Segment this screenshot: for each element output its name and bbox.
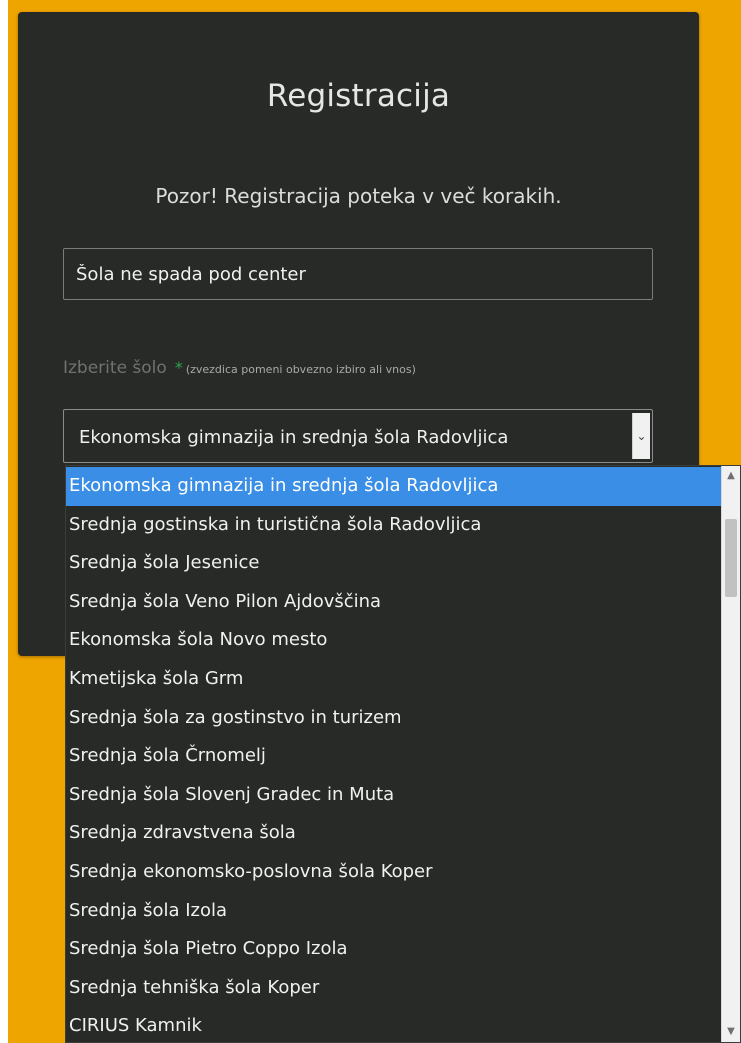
dropdown-option[interactable]: Ekonomska šola Novo mesto [66, 621, 722, 660]
school-label: Izberite šolo [63, 358, 167, 378]
dropdown-option[interactable]: Srednja šola Jesenice [66, 544, 722, 583]
dropdown-option[interactable]: Ekonomska gimnazija in srednja šola Rado… [66, 467, 722, 506]
school-label-group: Izberite šolo * (zvezdica pomeni obvezno i… [63, 358, 416, 378]
dropdown-option[interactable]: Srednja gostinska in turistična šola Rad… [66, 506, 722, 545]
school-dropdown-list[interactable]: Ekonomska gimnazija in srednja šola Rado… [65, 465, 741, 1043]
registration-notice: Pozor! Registracija poteka v več korakih… [155, 184, 562, 208]
dropdown-option[interactable]: Srednja šola za gostinstvo in turizem [66, 699, 722, 738]
school-select-value: Ekonomska gimnazija in srednja šola Rado… [79, 427, 509, 448]
dropdown-option[interactable]: Srednja tehniška šola Koper [66, 969, 722, 1008]
school-select[interactable]: Ekonomska gimnazija in srednja šola Rado… [63, 409, 653, 463]
chevron-down-icon[interactable]: ▼ [722, 1022, 740, 1042]
chevron-up-icon[interactable]: ▲ [722, 466, 740, 486]
dropdown-option[interactable]: Srednja šola Slovenj Gradec in Muta [66, 776, 722, 815]
page-title: Registracija [266, 78, 451, 114]
dropdown-options: Ekonomska gimnazija in srednja šola Rado… [66, 467, 722, 1042]
required-star: * [174, 358, 183, 377]
dropdown-option[interactable]: Srednja šola Izola [66, 892, 722, 931]
scrollbar-thumb[interactable] [725, 519, 737, 597]
required-note: (zvezdica pomeni obvezno izbiro ali vnos… [185, 363, 416, 376]
dropdown-option[interactable]: Srednja ekonomsko-poslovna šola Koper [66, 853, 722, 892]
center-field[interactable] [63, 248, 653, 300]
dropdown-option[interactable]: Srednja šola Črnomelj [66, 737, 722, 776]
dropdown-option[interactable]: Srednja zdravstvena šola [66, 814, 722, 853]
chevron-down-icon[interactable]: ⌄ [632, 413, 650, 459]
dropdown-option[interactable]: Srednja šola Veno Pilon Ajdovščina [66, 583, 722, 622]
dropdown-scrollbar[interactable]: ▲ ▼ [721, 466, 740, 1042]
dropdown-option[interactable]: Srednja šola Pietro Coppo Izola [66, 930, 722, 969]
dropdown-option[interactable]: CIRIUS Kamnik [66, 1007, 722, 1042]
dropdown-option[interactable]: Kmetijska šola Grm [66, 660, 722, 699]
